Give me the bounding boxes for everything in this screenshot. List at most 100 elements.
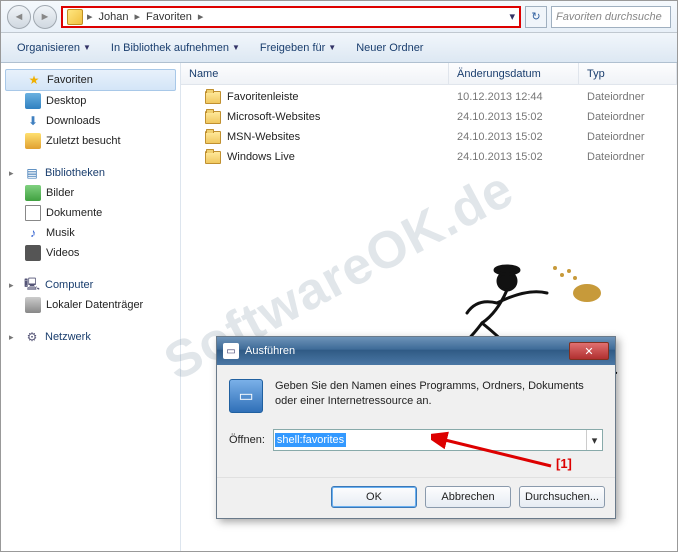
sidebar-head-computer[interactable]: ▸ 🖳 Computer <box>1 275 180 295</box>
label: Netzwerk <box>45 331 91 343</box>
dialog-title: Ausführen <box>245 345 295 357</box>
table-row[interactable]: Windows Live 24.10.2013 15:02Dateiordner <box>181 147 677 167</box>
refresh-button[interactable]: ↻ <box>525 6 547 28</box>
sidebar-item-videos[interactable]: Videos <box>1 243 180 263</box>
share-button[interactable]: Freigeben für▼ <box>252 38 344 58</box>
label: In Bibliothek aufnehmen <box>111 42 229 54</box>
label: Freigeben für <box>260 42 325 54</box>
network-icon: ⚙ <box>24 329 40 345</box>
label: Computer <box>45 279 93 291</box>
include-library-button[interactable]: In Bibliothek aufnehmen▼ <box>103 38 248 58</box>
column-headers: Name Änderungsdatum Typ <box>181 63 677 85</box>
forward-button[interactable]: ► <box>33 5 57 29</box>
expand-icon: ▸ <box>9 168 19 179</box>
label: Zuletzt besucht <box>46 135 121 147</box>
open-label: Öffnen: <box>229 434 265 446</box>
sidebar-head-libraries[interactable]: ▸ ▤ Bibliotheken <box>1 163 180 183</box>
column-type[interactable]: Typ <box>579 63 677 84</box>
label: Musik <box>46 227 75 239</box>
desktop-icon <box>25 93 41 109</box>
file-date: 24.10.2013 15:02 <box>449 151 579 163</box>
label: Desktop <box>46 95 86 107</box>
label: Bibliotheken <box>45 167 105 179</box>
address-bar: ◄ ► ▸ Johan ▸ Favoriten ▸ ▾ ↻ Favoriten … <box>1 1 677 33</box>
label: Downloads <box>46 115 100 127</box>
sidebar-item-pictures[interactable]: Bilder <box>1 183 180 203</box>
folder-icon <box>205 91 221 104</box>
table-row[interactable]: Favoritenleiste 10.12.2013 12:44Dateiordn… <box>181 87 677 107</box>
browse-button[interactable]: Durchsuchen... <box>519 486 605 508</box>
file-date: 24.10.2013 15:02 <box>449 111 579 123</box>
file-name: Favoritenleiste <box>227 91 299 103</box>
ok-button[interactable]: OK <box>331 486 417 508</box>
open-value: shell:favorites <box>275 433 346 447</box>
pictures-icon <box>25 185 41 201</box>
music-icon: ♪ <box>25 225 41 241</box>
library-icon: ▤ <box>24 165 40 181</box>
file-type: Dateiordner <box>579 151 652 163</box>
expand-icon: ▸ <box>9 280 19 291</box>
file-name: Windows Live <box>227 151 295 163</box>
chevron-down-icon: ▼ <box>83 43 91 52</box>
star-icon: ★ <box>26 72 42 88</box>
sidebar-item-localdisk[interactable]: Lokaler Datenträger <box>1 295 180 315</box>
label: Lokaler Datenträger <box>46 299 143 311</box>
folder-icon <box>205 111 221 124</box>
computer-icon: 🖳 <box>24 277 40 293</box>
sidebar-item-recent[interactable]: Zuletzt besucht <box>1 131 180 151</box>
open-combobox[interactable]: shell:favorites ▾ <box>273 429 603 451</box>
sidebar-item-desktop[interactable]: Desktop <box>1 91 180 111</box>
nav-buttons: ◄ ► <box>7 5 57 29</box>
label: Videos <box>46 247 79 259</box>
organize-button[interactable]: Organisieren▼ <box>9 38 99 58</box>
file-type: Dateiordner <box>579 91 652 103</box>
file-name: MSN-Websites <box>227 131 300 143</box>
file-name: Microsoft-Websites <box>227 111 320 123</box>
run-large-icon: ▭ <box>229 379 263 413</box>
sidebar-item-documents[interactable]: Dokumente <box>1 203 180 223</box>
file-date: 24.10.2013 15:02 <box>449 131 579 143</box>
annotation-label: [1] <box>556 456 572 471</box>
search-input[interactable]: Favoriten durchsuche <box>551 6 671 28</box>
file-type: Dateiordner <box>579 111 652 123</box>
videos-icon <box>25 245 41 261</box>
table-row[interactable]: MSN-Websites 24.10.2013 15:02Dateiordner <box>181 127 677 147</box>
chevron-right-icon: ▸ <box>196 10 206 23</box>
label: Favoriten <box>47 74 93 86</box>
breadcrumb-seg[interactable]: Johan <box>97 11 131 23</box>
file-date: 10.12.2013 12:44 <box>449 91 579 103</box>
sidebar: ★ Favoriten Desktop ⬇ Downloads Zuletzt be… <box>1 63 181 551</box>
chevron-down-icon[interactable]: ▾ <box>586 430 602 450</box>
folder-icon <box>205 151 221 164</box>
chevron-down-icon: ▼ <box>232 43 240 52</box>
folder-icon <box>205 131 221 144</box>
folder-icon <box>67 9 83 25</box>
close-button[interactable]: ✕ <box>569 342 609 360</box>
new-folder-button[interactable]: Neuer Ordner <box>348 38 431 58</box>
recent-icon <box>25 133 41 149</box>
documents-icon <box>25 205 41 221</box>
label: Organisieren <box>17 42 80 54</box>
chevron-right-icon: ▸ <box>133 10 143 23</box>
sidebar-item-music[interactable]: ♪ Musik <box>1 223 180 243</box>
column-date[interactable]: Änderungsdatum <box>449 63 579 84</box>
breadcrumb[interactable]: ▸ Johan ▸ Favoriten ▸ ▾ <box>61 6 521 28</box>
file-type: Dateiordner <box>579 131 652 143</box>
back-button[interactable]: ◄ <box>7 5 31 29</box>
dialog-description: Geben Sie den Namen eines Programms, Ord… <box>275 379 603 413</box>
dialog-titlebar[interactable]: ▭ Ausführen ✕ <box>217 337 615 365</box>
rows-container: Favoritenleiste10.12.2013 12:44Dateiordn… <box>181 85 677 169</box>
cancel-button[interactable]: Abbrechen <box>425 486 511 508</box>
download-icon: ⬇ <box>25 113 41 129</box>
toolbar: Organisieren▼ In Bibliothek aufnehmen▼ F… <box>1 33 677 63</box>
sidebar-head-network[interactable]: ▸⚙Netzwerk <box>1 327 180 347</box>
breadcrumb-seg[interactable]: Favoriten <box>144 11 194 23</box>
chevron-down-icon: ▼ <box>328 43 336 52</box>
dialog-buttons: OK Abbrechen Durchsuchen... <box>217 477 615 518</box>
sidebar-item-downloads[interactable]: ⬇ Downloads <box>1 111 180 131</box>
column-name[interactable]: Name <box>181 63 449 84</box>
breadcrumb-dropdown-icon[interactable]: ▾ <box>509 10 515 23</box>
label: Bilder <box>46 187 74 199</box>
sidebar-item-favorites[interactable]: ★ Favoriten <box>5 69 176 91</box>
table-row[interactable]: Microsoft-Websites 24.10.2013 15:02Dateio… <box>181 107 677 127</box>
